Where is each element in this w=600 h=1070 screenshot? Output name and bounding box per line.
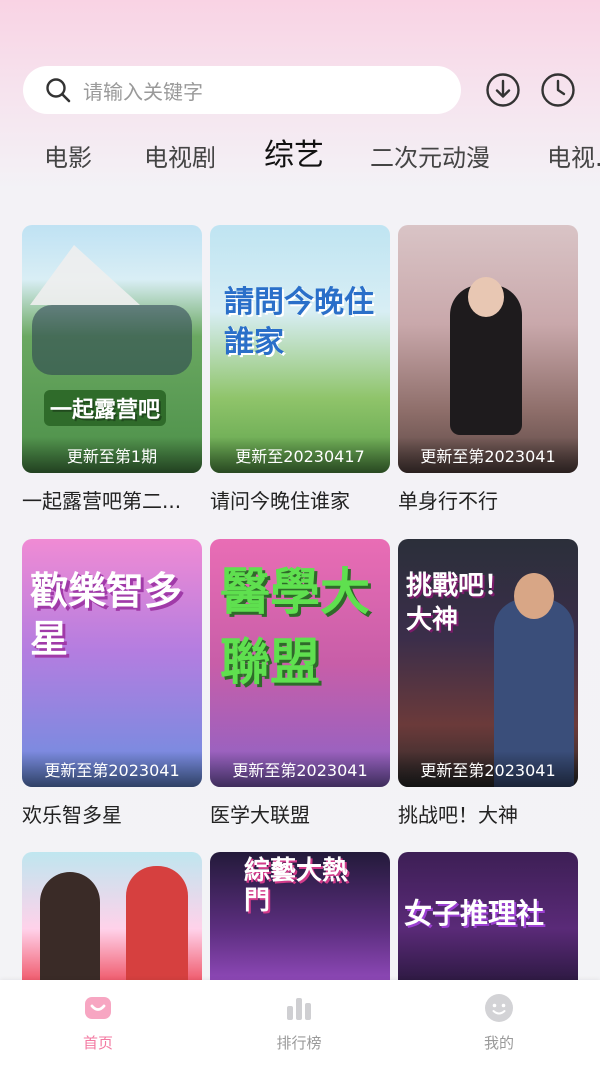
people-graphic [32,305,192,375]
poster-title-art: 一起露营吧 [44,390,167,426]
nav-ranking-label: 排行榜 [276,1034,322,1052]
show-poster[interactable]: 歡樂智多星 更新至第2023041 [22,539,202,787]
history-icon[interactable] [540,72,576,108]
update-badge: 更新至第2023041 [210,751,390,787]
show-card[interactable]: 挑戰吧！大神 更新至第2023041 挑战吧！大神 [398,539,578,828]
show-poster[interactable]: 一起露营吧 更新至第1期 [22,225,202,473]
home-icon [85,997,111,1019]
show-poster[interactable]: 更新至第2023041 [398,225,578,473]
show-card[interactable]: 一起露营吧 更新至第1期 一起露营吧第二... [22,225,202,514]
show-title: 欢乐智多星 [22,803,122,827]
category-tabs: 电影 电视剧 综艺 二次元动漫 电视... [0,138,600,178]
ranking-icon [287,998,311,1020]
show-title: 请问今晚住谁家 [210,489,350,513]
host-figure [40,872,100,980]
search-input[interactable]: 请输入关键字 [23,66,461,114]
poster-title-art: 醫學大聯盟 [220,563,370,691]
show-poster[interactable]: 女子推理社 [398,852,578,980]
update-badge: 更新至第2023041 [22,751,202,787]
tab-anime[interactable]: 二次元动漫 [370,138,490,178]
search-icon [46,78,71,103]
nav-ranking[interactable]: 排行榜 [249,992,349,1053]
show-title: 医学大联盟 [210,803,310,827]
profile-icon [485,994,513,1022]
show-title: 挑战吧！大神 [398,803,518,827]
tab-movies[interactable]: 电影 [44,138,92,178]
host-face [514,573,554,619]
tent-graphic [30,245,140,305]
update-badge: 更新至第1期 [22,437,202,473]
show-poster[interactable]: 醫學大聯盟 更新至第2023041 [210,539,390,787]
tab-tv[interactable]: 电视... [547,138,600,178]
tab-tv-series[interactable]: 电视剧 [144,138,216,178]
show-title: 一起露营吧第二... [22,489,182,513]
show-card[interactable]: 請問今晚住誰家 更新至20230417 请问今晚住谁家 [210,225,390,514]
show-card[interactable]: 醫學大聯盟 更新至第2023041 医学大联盟 [210,539,390,828]
show-card[interactable]: 歡樂智多星 更新至第2023041 欢乐智多星 [22,539,202,828]
host-face [468,277,504,317]
show-card[interactable]: 綜藝大熱門 [210,852,390,980]
show-poster[interactable] [22,852,202,980]
download-icon[interactable] [485,72,521,108]
search-row: 请输入关键字 [23,66,583,114]
update-badge: 更新至20230417 [210,437,390,473]
update-badge: 更新至第2023041 [398,751,578,787]
search-placeholder: 请输入关键字 [83,79,203,104]
show-poster[interactable]: 挑戰吧！大神 更新至第2023041 [398,539,578,787]
nav-home-label: 首页 [82,1034,113,1052]
poster-title-art: 請問今晚住誰家 [224,285,374,360]
show-title: 单身行不行 [398,489,498,513]
show-card[interactable] [22,852,202,980]
poster-title-art: 綜藝大熱門 [244,856,349,916]
bottom-nav: 首页 排行榜 我的 [0,980,600,1070]
poster-title-art: 歡樂智多星 [30,569,183,661]
show-card[interactable]: 更新至第2023041 单身行不行 [398,225,578,514]
show-poster[interactable]: 請問今晚住誰家 更新至20230417 [210,225,390,473]
show-card[interactable]: 女子推理社 [398,852,578,980]
poster-title-art: 女子推理社 [404,897,545,930]
host-figure [126,866,188,980]
tab-variety[interactable]: 综艺 [264,136,324,176]
update-badge: 更新至第2023041 [398,437,578,473]
nav-profile[interactable]: 我的 [449,992,549,1053]
nav-profile-label: 我的 [483,1034,514,1052]
show-poster[interactable]: 綜藝大熱門 [210,852,390,980]
nav-home[interactable]: 首页 [48,992,148,1053]
